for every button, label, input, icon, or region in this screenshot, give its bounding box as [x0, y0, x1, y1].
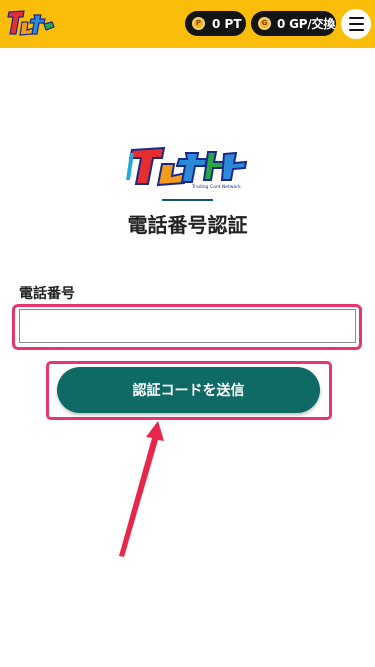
brand-logo: Trading Card Network	[126, 146, 248, 190]
logo-tagline: Trading Card Network	[191, 184, 241, 190]
gp-coin-icon: G	[258, 17, 271, 30]
p-coin-icon: P	[192, 17, 205, 30]
title-divider	[162, 199, 213, 201]
hamburger-menu-icon	[348, 17, 364, 19]
header-logo[interactable]	[7, 8, 57, 38]
send-code-button[interactable]: 認証コードを送信	[57, 367, 320, 413]
menu-button[interactable]	[341, 9, 371, 39]
points-label: 0 PT	[212, 16, 242, 31]
points-balance[interactable]: P 0 PT	[185, 11, 246, 36]
page-title: 電話番号認証	[127, 213, 248, 237]
gp-balance[interactable]: G 0 GP/交換	[251, 11, 336, 36]
phone-label: 電話番号	[19, 286, 75, 302]
gp-label: 0 GP/交換	[277, 17, 336, 31]
app-header: P 0 PT G 0 GP/交換	[0, 0, 375, 48]
phone-input[interactable]	[19, 309, 356, 343]
